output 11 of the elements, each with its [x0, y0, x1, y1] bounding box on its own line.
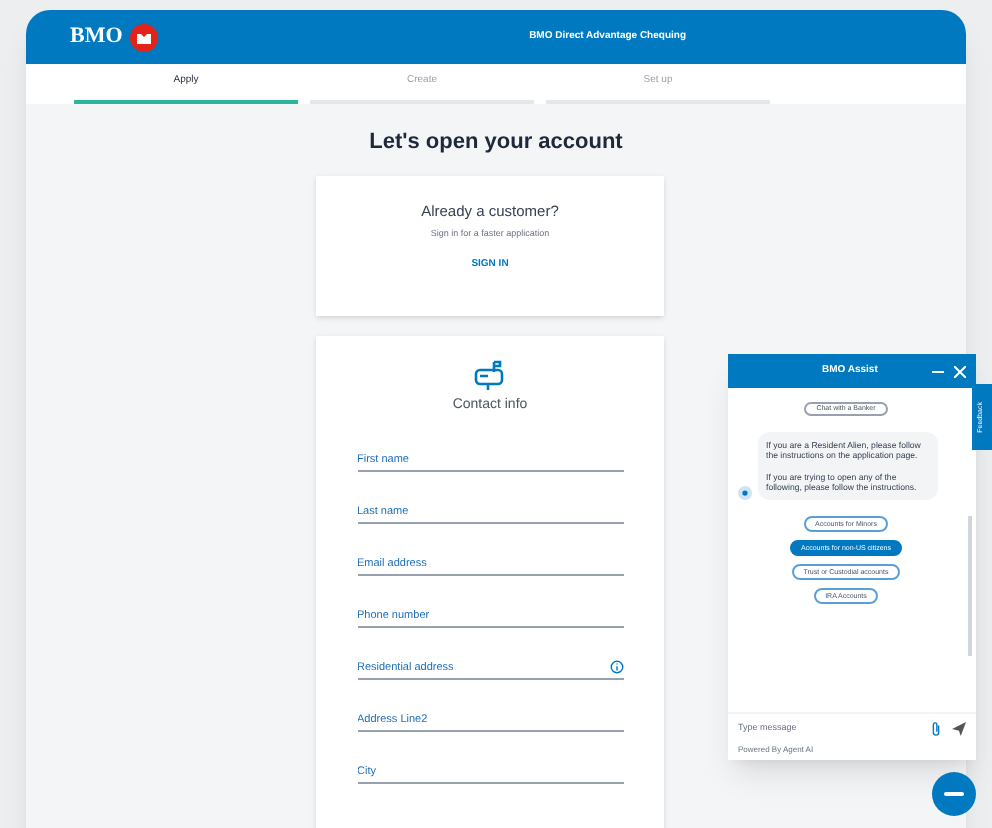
- send-icon[interactable]: [952, 722, 966, 736]
- page-heading: Let's open your account: [369, 128, 623, 158]
- logo-text: BMO: [70, 22, 123, 53]
- info-icon[interactable]: [609, 660, 623, 674]
- minus-icon: [944, 791, 964, 797]
- paperclip-icon[interactable]: [930, 722, 942, 736]
- close-icon[interactable]: [954, 365, 966, 377]
- mailbox-icon: [474, 359, 506, 391]
- logo-icon: [130, 23, 159, 51]
- minimize-icon[interactable]: [932, 365, 944, 377]
- bot-avatar-icon: [738, 486, 752, 501]
